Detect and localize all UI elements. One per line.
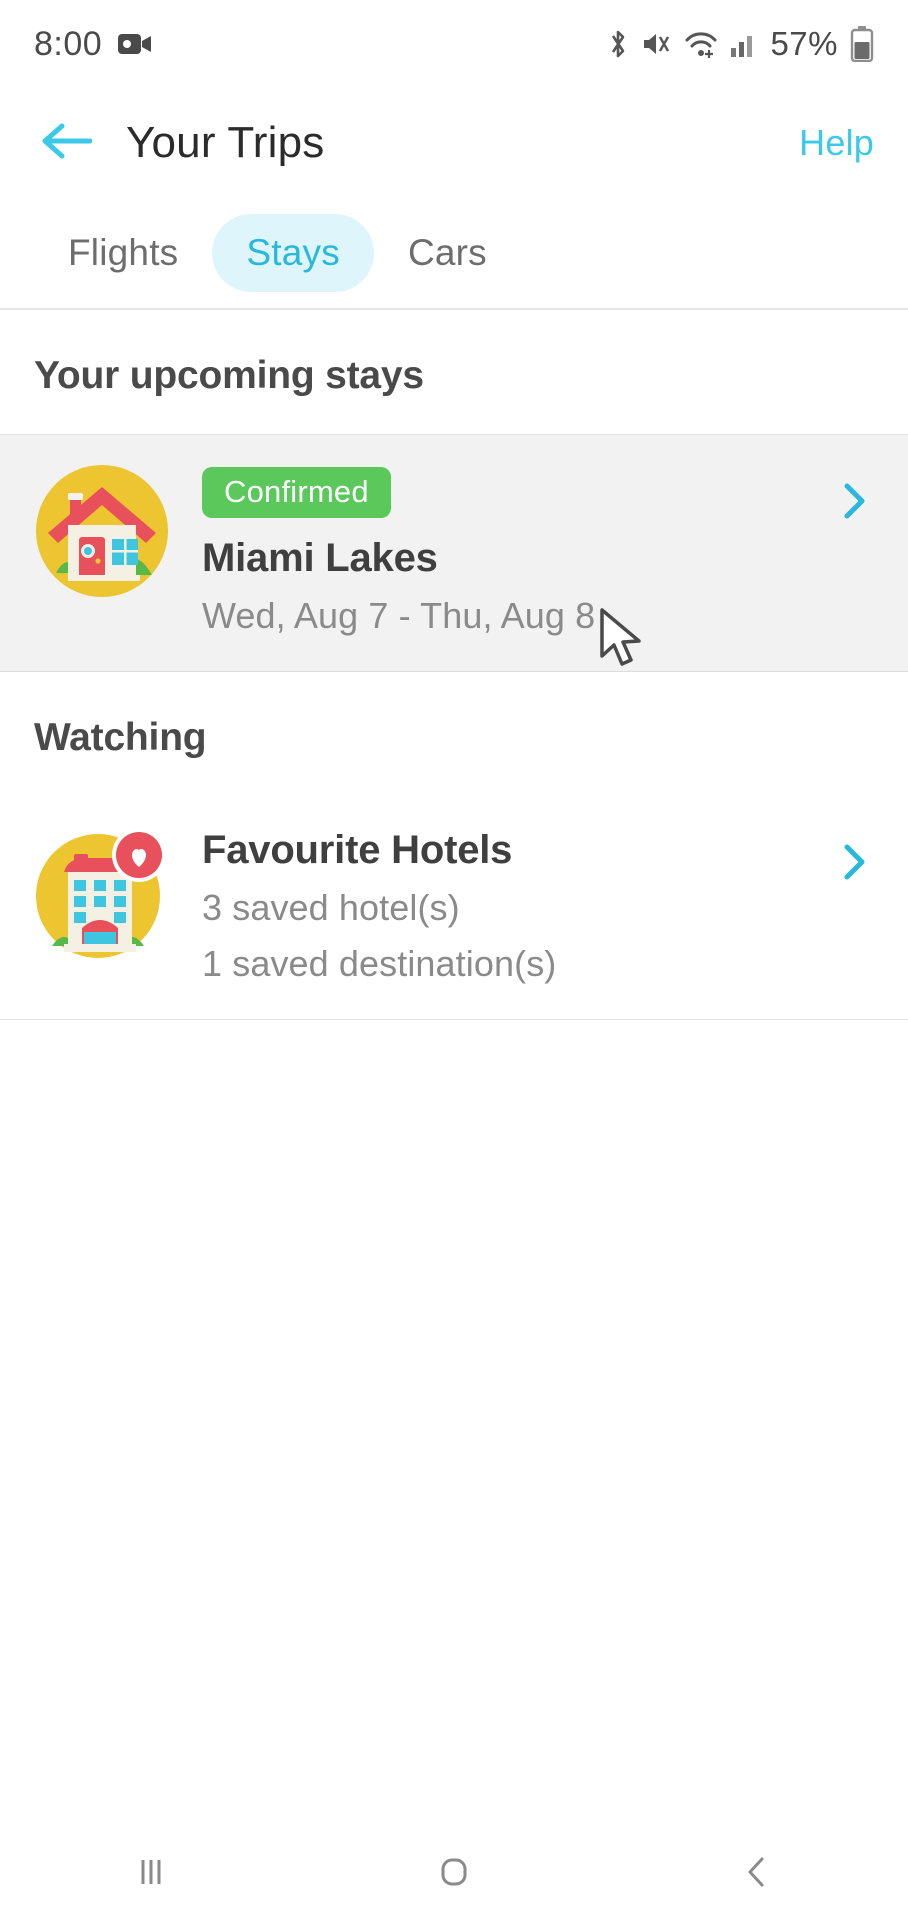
battery-icon	[850, 26, 874, 62]
cellular-signal-icon	[730, 29, 758, 59]
app-screen: 8:00 57% Your Trips Help Flights Stays C…	[0, 0, 908, 1920]
hotel-heart-icon	[34, 824, 170, 960]
saved-destinations-count: 1 saved destination(s)	[202, 943, 557, 984]
upcoming-stay-details: Confirmed Miami Lakes Wed, Aug 7 - Thu, …	[170, 463, 874, 637]
back-button[interactable]	[34, 111, 98, 175]
recents-icon	[131, 1852, 171, 1897]
status-bar-clock: 8:00	[34, 24, 103, 63]
app-header: Your Trips Help	[0, 88, 908, 198]
home-button[interactable]	[394, 1828, 514, 1920]
status-badge: Confirmed	[202, 467, 391, 518]
status-bar-right: 57%	[606, 25, 874, 63]
watching-heading: Watching	[34, 716, 207, 759]
back-icon	[737, 1852, 777, 1897]
upcoming-stays-heading: Your upcoming stays	[34, 354, 424, 397]
tab-flights[interactable]: Flights	[34, 214, 212, 292]
tab-stays[interactable]: Stays	[212, 214, 374, 292]
saved-hotels-count: 3 saved hotel(s)	[202, 887, 460, 928]
home-icon	[434, 1852, 474, 1897]
stay-title: Miami Lakes	[202, 536, 438, 580]
wifi-icon	[684, 28, 718, 60]
chevron-right-icon[interactable]	[834, 481, 874, 521]
watching-title: Favourite Hotels	[202, 828, 513, 872]
screen-recorder-icon	[118, 31, 152, 57]
watching-row[interactable]: Favourite Hotels 3 saved hotel(s) 1 save…	[0, 796, 908, 1020]
arrow-left-icon	[40, 120, 93, 167]
android-nav-bar	[0, 1828, 908, 1920]
recents-button[interactable]	[91, 1828, 211, 1920]
watching-details: Favourite Hotels 3 saved hotel(s) 1 save…	[170, 824, 874, 985]
tab-cars[interactable]: Cars	[374, 214, 521, 292]
battery-percent-label: 57%	[770, 25, 838, 62]
trip-type-tabs: Flights Stays Cars	[0, 198, 908, 310]
help-link[interactable]: Help	[799, 122, 874, 164]
back-button-nav[interactable]	[697, 1828, 817, 1920]
house-icon	[34, 463, 170, 599]
chevron-right-icon[interactable]	[834, 842, 874, 882]
upcoming-stay-row[interactable]: Confirmed Miami Lakes Wed, Aug 7 - Thu, …	[0, 434, 908, 672]
status-bar-left: 8:00	[34, 25, 152, 64]
stay-dates: Wed, Aug 7 - Thu, Aug 8	[202, 595, 596, 636]
status-bar: 8:00 57%	[0, 0, 908, 88]
page-title: Your Trips	[126, 118, 325, 167]
mute-icon	[642, 28, 672, 60]
bluetooth-icon	[606, 27, 630, 61]
